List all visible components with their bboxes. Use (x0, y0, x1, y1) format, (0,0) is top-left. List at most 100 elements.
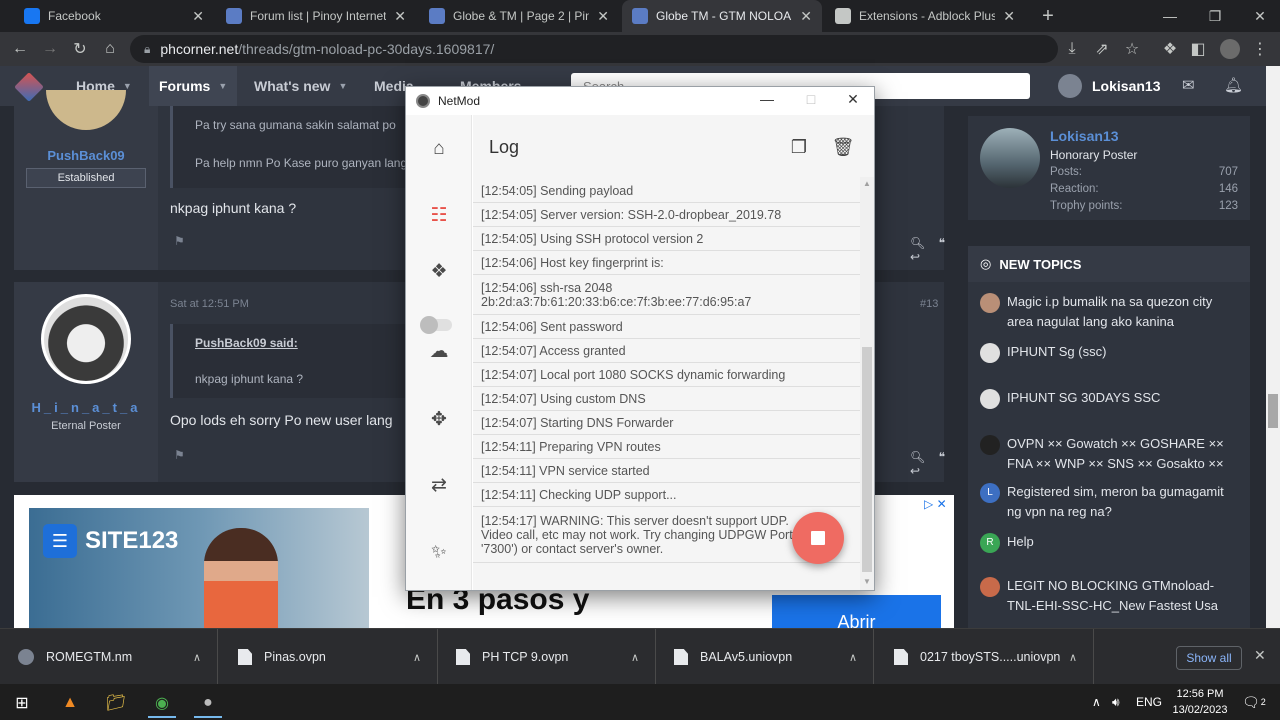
topic-title[interactable]: Help (1007, 532, 1034, 553)
avatar[interactable] (980, 389, 1000, 409)
topic-item[interactable]: IPHUNT SG 30DAYS SSC (980, 388, 1240, 409)
download-item[interactable]: PH TCP 9.ovpn ∧ (438, 629, 656, 685)
chrome-icon[interactable]: ◉ (140, 688, 184, 718)
browser-tab[interactable]: Globe TM - GTM NOLOAD PC 30 ✕ (622, 0, 822, 32)
chevron-down-icon[interactable]: ▼ (218, 81, 227, 91)
ad-open-button[interactable]: Abrir (772, 595, 941, 628)
share-icon[interactable]: ⇗ (1090, 37, 1114, 61)
log-entry[interactable]: [12:54:06] ssh-rsa 2048 2b:2d:a3:7b:61:2… (473, 275, 860, 315)
puzzle-icon[interactable]: ❖ (427, 259, 451, 283)
chevron-up-icon[interactable]: ∧ (193, 651, 201, 664)
log-entry[interactable]: [12:54:07] Access granted (473, 339, 860, 363)
avatar[interactable] (980, 128, 1040, 188)
topic-title[interactable]: IPHUNT Sg (ssc) (1007, 342, 1106, 363)
close-tab-icon[interactable]: ✕ (800, 8, 812, 25)
report-flag-icon[interactable]: ⚑ (174, 234, 185, 248)
topic-item[interactable]: IPHUNT Sg (ssc) (980, 342, 1240, 363)
netmod-close-button[interactable]: ✕ (838, 91, 868, 108)
side-panel-icon[interactable]: ◧ (1186, 37, 1210, 61)
log-entry[interactable]: [12:54:06] Sent password (473, 315, 860, 339)
topic-title[interactable]: LEGIT NO BLOCKING GTMnoload-TNL-EHI-SSC-… (1007, 576, 1240, 616)
close-tab-icon[interactable]: ✕ (394, 8, 406, 25)
netmod-minimize-button[interactable]: — (752, 91, 782, 107)
log-icon[interactable]: ☷ (427, 203, 451, 227)
address-bar[interactable]: 🔒︎ phcorner.net/threads/gtm-noload-pc-30… (130, 35, 1058, 63)
page-scrollbar[interactable] (1266, 66, 1280, 628)
close-tab-icon[interactable]: ✕ (597, 8, 609, 25)
file-explorer-icon[interactable]: 📁︎ (94, 688, 138, 718)
quote-reply-icons[interactable]: 🔍︎ ❝ ↩ (910, 450, 945, 478)
browser-tab[interactable]: Facebook ✕ (14, 0, 214, 32)
install-app-icon[interactable]: ⤓ (1060, 37, 1084, 61)
profile-name[interactable]: Lokisan13 (1050, 128, 1118, 144)
clear-log-icon[interactable]: 🗑︎ (831, 135, 855, 159)
home-button[interactable]: ⌂ (98, 37, 122, 61)
avatar[interactable] (980, 293, 1000, 313)
extensions-puzzle-icon[interactable]: ❖ (1158, 37, 1182, 61)
log-entry[interactable]: [12:54:05] Server version: SSH-2.0-dropb… (473, 203, 860, 227)
bookmark-star-icon[interactable]: ☆ (1120, 37, 1144, 61)
nav-user-menu[interactable]: Lokisan13 (1058, 74, 1160, 98)
topic-item[interactable]: Magic i.p bumalik na sa quezon city area… (980, 292, 1240, 332)
log-scrollbar[interactable]: ▲ ▼ (860, 177, 874, 590)
author-name[interactable]: H_i_n_a_t_a (14, 400, 158, 415)
avatar[interactable] (980, 435, 1000, 455)
post-number[interactable]: #13 (920, 298, 938, 310)
log-entry[interactable]: [12:54:11] Preparing VPN routes (473, 435, 860, 459)
language-indicator[interactable]: ENG (1136, 684, 1162, 720)
avatar[interactable] (980, 577, 1000, 597)
move-arrows-icon[interactable]: ✥ (427, 407, 451, 431)
cloud-icon[interactable]: ☁︎ (427, 339, 451, 363)
log-entry[interactable]: [12:54:05] Using SSH protocol version 2 (473, 227, 860, 251)
ad-image[interactable]: ☰ SITE123 (29, 508, 369, 628)
topic-item[interactable]: R Help (980, 532, 1240, 553)
taskbar-clock[interactable]: 12:56 PM 13/02/2023 (1164, 686, 1236, 718)
mail-icon[interactable]: ✉ (1182, 76, 1195, 94)
volume-icon[interactable]: 🔊︎ (1112, 684, 1120, 720)
chevron-up-icon[interactable]: ∧ (1069, 651, 1077, 664)
avatar[interactable] (980, 343, 1000, 363)
author-name[interactable]: PushBack09 (14, 148, 158, 163)
maximize-button[interactable]: ❐ (1195, 0, 1235, 32)
log-entry[interactable]: [12:54:06] Host key fingerprint is: (473, 251, 860, 275)
avatar[interactable]: L (980, 483, 1000, 503)
new-tab-button[interactable]: + (1036, 4, 1060, 28)
profile-avatar[interactable] (1218, 37, 1242, 61)
nav-forums[interactable]: Forums ▼ (149, 66, 238, 106)
log-entry[interactable]: [12:54:07] Using custom DNS (473, 387, 860, 411)
avatar[interactable] (46, 90, 126, 130)
topic-title[interactable]: IPHUNT SG 30DAYS SSC (1007, 388, 1160, 409)
netmod-maximize-button[interactable]: □ (796, 91, 826, 107)
log-scrollbar-thumb[interactable] (862, 347, 872, 572)
home-icon[interactable]: ⌂ (427, 137, 451, 161)
log-entry[interactable]: [12:54:07] Starting DNS Forwarder (473, 411, 860, 435)
windows-start-icon[interactable]: ⊞ (0, 688, 44, 718)
topic-item[interactable]: LEGIT NO BLOCKING GTMnoload-TNL-EHI-SSC-… (980, 576, 1240, 616)
browser-tab[interactable]: Forum list | Pinoy Internet and ✕ (216, 0, 416, 32)
log-entry[interactable]: [12:54:11] Checking UDP support... (473, 483, 860, 507)
bell-icon[interactable]: 🔔︎ (1224, 76, 1243, 94)
close-download-shelf-icon[interactable]: ✕ (1254, 647, 1266, 664)
topic-item[interactable]: L Registered sim, meron ba gumagamit ng v… (980, 482, 1240, 522)
scroll-up-arrow[interactable]: ▲ (860, 179, 874, 188)
nav-whats-new[interactable]: What's new ▼ (254, 66, 347, 106)
notifications-icon[interactable]: 🗨︎ 2 (1242, 684, 1266, 720)
chevron-up-icon[interactable]: ∧ (849, 651, 857, 664)
topic-title[interactable]: Registered sim, meron ba gumagamit ng vp… (1007, 482, 1240, 522)
log-entry[interactable]: [12:54:07] Local port 1080 SOCKS dynamic… (473, 363, 860, 387)
scrollbar-thumb[interactable] (1268, 394, 1278, 428)
post-date[interactable]: Sat at 12:51 PM (170, 298, 249, 310)
topic-item[interactable]: OVPN ×× Gowatch ×× GOSHARE ×× FNA ×× WNP… (980, 434, 1240, 474)
browser-tab[interactable]: Globe & TM | Page 2 | Pinoy Inte ✕ (419, 0, 619, 32)
forward-button[interactable]: → (38, 37, 62, 61)
reload-button[interactable]: ↻ (68, 37, 92, 61)
copy-icon[interactable]: ❐ (787, 135, 811, 159)
show-all-downloads-button[interactable]: Show all (1176, 646, 1242, 670)
connection-toggle[interactable] (420, 316, 452, 334)
quote-author[interactable]: PushBack09 said: (195, 336, 298, 350)
download-item[interactable]: ROMEGTM.nm ∧ (0, 629, 218, 685)
download-item[interactable]: BALAv5.uniovpn ∧ (656, 629, 874, 685)
download-item[interactable]: Pinas.ovpn ∧ (220, 629, 438, 685)
netmod-titlebar[interactable]: NetMod — □ ✕ (406, 87, 874, 115)
magic-wand-icon[interactable]: ✨︎ (427, 541, 451, 565)
